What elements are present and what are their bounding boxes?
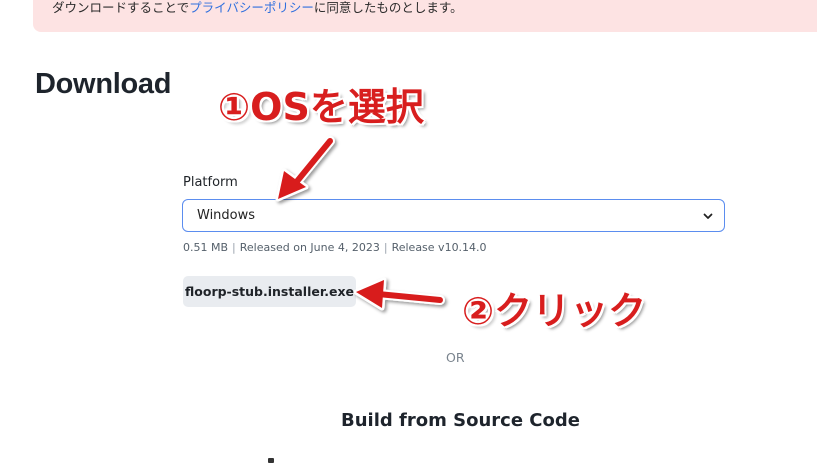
- consent-notice-text: ダウンロードすることでプライバシーポリシーに同意したものとします。: [52, 0, 463, 16]
- meta-separator: |: [383, 241, 388, 254]
- notice-prefix: ダウンロードすることで: [52, 0, 190, 15]
- platform-select[interactable]: Windows: [182, 199, 725, 232]
- or-divider-label: OR: [446, 350, 465, 365]
- page-title: Download: [35, 68, 172, 100]
- build-from-source-heading: Build from Source Code: [341, 410, 580, 431]
- meta-separator: |: [232, 241, 236, 254]
- cropped-element: [268, 458, 274, 463]
- platform-selected-value: Windows: [197, 208, 256, 223]
- annotation-step2-label: ②クリック: [462, 289, 647, 333]
- platform-label: Platform: [183, 175, 238, 190]
- download-installer-button[interactable]: floorp-stub.installer.exe: [183, 276, 356, 307]
- release-date: Released on June 4, 2023: [239, 241, 380, 254]
- privacy-policy-link[interactable]: プライバシーポリシー: [189, 0, 314, 15]
- annotation-arrow-left-icon: [353, 277, 445, 311]
- annotation-step1-label: ①OSを選択: [218, 85, 424, 129]
- chevron-down-icon: [703, 213, 713, 219]
- annotation-arrow-down-icon: [275, 136, 335, 202]
- release-version: Release v10.14.0: [391, 241, 487, 254]
- notice-suffix: に同意したものとします。: [313, 0, 463, 15]
- release-meta: 0.51 MB | Released on June 4, 2023 | Release…: [183, 241, 487, 254]
- file-size: 0.51 MB: [183, 241, 229, 254]
